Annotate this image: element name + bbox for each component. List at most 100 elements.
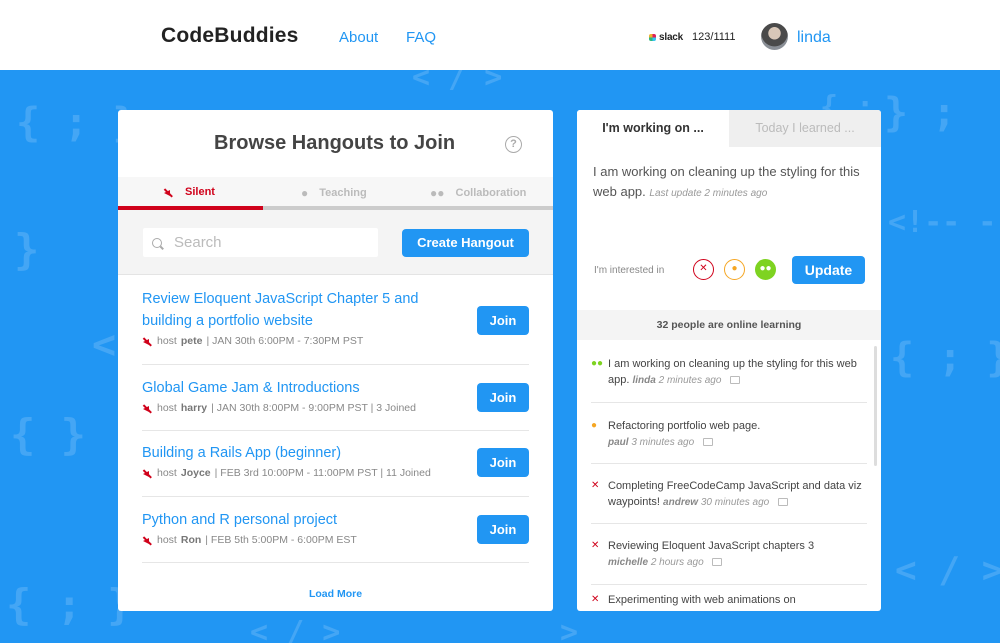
feed-text: Reviewing Eloquent JavaScript chapters 3… bbox=[608, 538, 868, 571]
comment-icon[interactable] bbox=[702, 438, 713, 447]
bg-code-glyph: { ; } bbox=[890, 335, 1000, 381]
mute-icon bbox=[163, 188, 174, 197]
mute-icon: ✕ bbox=[591, 540, 600, 551]
nav-link-faq[interactable]: FAQ bbox=[406, 29, 436, 46]
bg-code-glyph: < / > bbox=[895, 550, 1000, 591]
feed-meta: andrew 30 minutes ago bbox=[663, 497, 772, 508]
update-button[interactable]: Update bbox=[792, 256, 865, 284]
hangout-meta: host Ron | FEB 5th 5:00PM - 6:00PM EST bbox=[142, 534, 357, 546]
nav-link-about[interactable]: About bbox=[339, 29, 378, 46]
join-button[interactable]: Join bbox=[477, 306, 529, 335]
top-navbar: CodeBuddies About FAQ slack 123/1111 lin… bbox=[0, 0, 1000, 70]
avatar[interactable] bbox=[761, 23, 788, 50]
comment-icon[interactable] bbox=[730, 376, 741, 385]
search-bar-area: Search Create Hangout bbox=[118, 210, 553, 275]
mute-icon: ✕ bbox=[591, 480, 600, 491]
tab-label: Collaboration bbox=[455, 187, 527, 199]
feed-meta: paul 3 minutes ago bbox=[608, 437, 697, 448]
silent-toggle[interactable]: ✕ bbox=[693, 259, 714, 280]
feed-time: 3 minutes ago bbox=[631, 437, 695, 448]
comment-icon[interactable] bbox=[778, 498, 789, 507]
tab-silent[interactable]: Silent bbox=[163, 186, 215, 198]
username-link[interactable]: linda bbox=[797, 29, 831, 47]
feed-time: 30 minutes ago bbox=[700, 497, 770, 508]
hangout-details: | FEB 5th 5:00PM - 6:00PM EST bbox=[205, 534, 357, 546]
mute-icon: ✕ bbox=[699, 263, 708, 274]
feed-text: Refactoring portfolio web page. paul 3 m… bbox=[608, 418, 868, 451]
host-prefix: host bbox=[157, 467, 177, 479]
feed-user[interactable]: linda bbox=[632, 375, 655, 386]
interested-label: I'm interested in bbox=[594, 265, 665, 276]
feed-user[interactable]: michelle bbox=[608, 557, 648, 568]
scrollbar[interactable] bbox=[874, 346, 877, 466]
search-input[interactable]: Search bbox=[143, 228, 378, 257]
tab-label: Teaching bbox=[319, 187, 367, 199]
create-hangout-button[interactable]: Create Hangout bbox=[402, 229, 529, 257]
brand-logo[interactable]: CodeBuddies bbox=[161, 24, 299, 48]
status-input[interactable]: I am working on cleaning up the styling … bbox=[593, 162, 868, 204]
mute-icon bbox=[142, 469, 153, 478]
hangout-meta: host harry | JAN 30th 8:00PM - 9:00PM PS… bbox=[142, 402, 416, 414]
person-icon: ● bbox=[591, 420, 598, 431]
divider bbox=[591, 463, 867, 464]
people-icon: ●● bbox=[759, 263, 772, 274]
bg-code-glyph: { } bbox=[10, 410, 86, 459]
host-name[interactable]: Joyce bbox=[181, 467, 211, 479]
divider bbox=[591, 584, 867, 585]
load-more-link[interactable]: Load More bbox=[118, 588, 553, 600]
hangout-title-link[interactable]: Review Eloquent JavaScript Chapter 5 and… bbox=[142, 288, 432, 332]
hangout-details: | FEB 3rd 10:00PM - 11:00PM PST | 11 Joi… bbox=[214, 467, 431, 479]
person-icon: ● bbox=[731, 263, 738, 274]
bg-code-glyph: < bbox=[92, 322, 117, 368]
person-icon: ● bbox=[301, 186, 309, 200]
search-placeholder: Search bbox=[174, 234, 222, 251]
status-card: I'm working on ... Today I learned ... I… bbox=[577, 110, 881, 611]
browse-hangouts-card: Browse Hangouts to Join ? Silent ● Teach… bbox=[118, 110, 553, 611]
tab-collaboration[interactable]: ●● Collaboration bbox=[430, 186, 526, 200]
join-button[interactable]: Join bbox=[477, 448, 529, 477]
join-button[interactable]: Join bbox=[477, 383, 529, 412]
online-count-header: 32 people are online learning bbox=[577, 310, 881, 340]
bg-code-glyph: { ; } bbox=[6, 580, 133, 629]
hangout-title-link[interactable]: Building a Rails App (beginner) bbox=[142, 442, 432, 464]
hangout-details: | JAN 30th 8:00PM - 9:00PM PST | 3 Joine… bbox=[211, 402, 416, 414]
people-icon: ●● bbox=[430, 186, 445, 200]
page-title: Browse Hangouts to Join bbox=[214, 132, 456, 154]
tab-teaching[interactable]: ● Teaching bbox=[301, 186, 367, 200]
collaboration-toggle[interactable]: ●● bbox=[755, 259, 776, 280]
join-button[interactable]: Join bbox=[477, 515, 529, 544]
feed-user[interactable]: andrew bbox=[663, 497, 698, 508]
tab-working-on[interactable]: I'm working on ... bbox=[577, 110, 729, 147]
slack-status[interactable]: slack 123/1111 bbox=[649, 31, 735, 43]
divider bbox=[142, 364, 529, 365]
feed-user[interactable]: paul bbox=[608, 437, 629, 448]
divider bbox=[142, 430, 529, 431]
feed-time: 2 hours ago bbox=[650, 557, 704, 568]
feed-message: Experimenting with web animations on bbox=[608, 594, 796, 606]
divider bbox=[591, 402, 867, 403]
host-name[interactable]: pete bbox=[181, 335, 203, 347]
bg-code-glyph: } ; bbox=[884, 90, 957, 136]
hangout-title-link[interactable]: Python and R personal project bbox=[142, 509, 432, 531]
mute-icon: ✕ bbox=[591, 594, 600, 605]
host-name[interactable]: harry bbox=[181, 402, 207, 414]
bg-code-glyph: <!-- -- bbox=[888, 205, 1000, 240]
hangout-title-link[interactable]: Global Game Jam & Introductions bbox=[142, 377, 432, 399]
teaching-toggle[interactable]: ● bbox=[724, 259, 745, 280]
feed-message: Reviewing Eloquent JavaScript chapters 3 bbox=[608, 540, 815, 552]
bg-code-glyph: } bbox=[14, 225, 40, 274]
help-icon[interactable]: ? bbox=[505, 136, 522, 153]
bg-code-glyph: < / > bbox=[250, 615, 341, 643]
host-prefix: host bbox=[157, 534, 177, 546]
host-name[interactable]: Ron bbox=[181, 534, 201, 546]
tab-today-i-learned[interactable]: Today I learned ... bbox=[729, 110, 881, 147]
divider bbox=[591, 523, 867, 524]
hangout-meta: host Joyce | FEB 3rd 10:00PM - 11:00PM P… bbox=[142, 467, 431, 479]
search-icon bbox=[152, 237, 162, 248]
slack-count: 123/1111 bbox=[692, 31, 736, 43]
slack-icon bbox=[649, 33, 656, 41]
feed-text: Completing FreeCodeCamp JavaScript and d… bbox=[608, 478, 868, 511]
divider bbox=[142, 562, 529, 563]
mute-icon bbox=[142, 404, 153, 413]
comment-icon[interactable] bbox=[712, 558, 723, 567]
